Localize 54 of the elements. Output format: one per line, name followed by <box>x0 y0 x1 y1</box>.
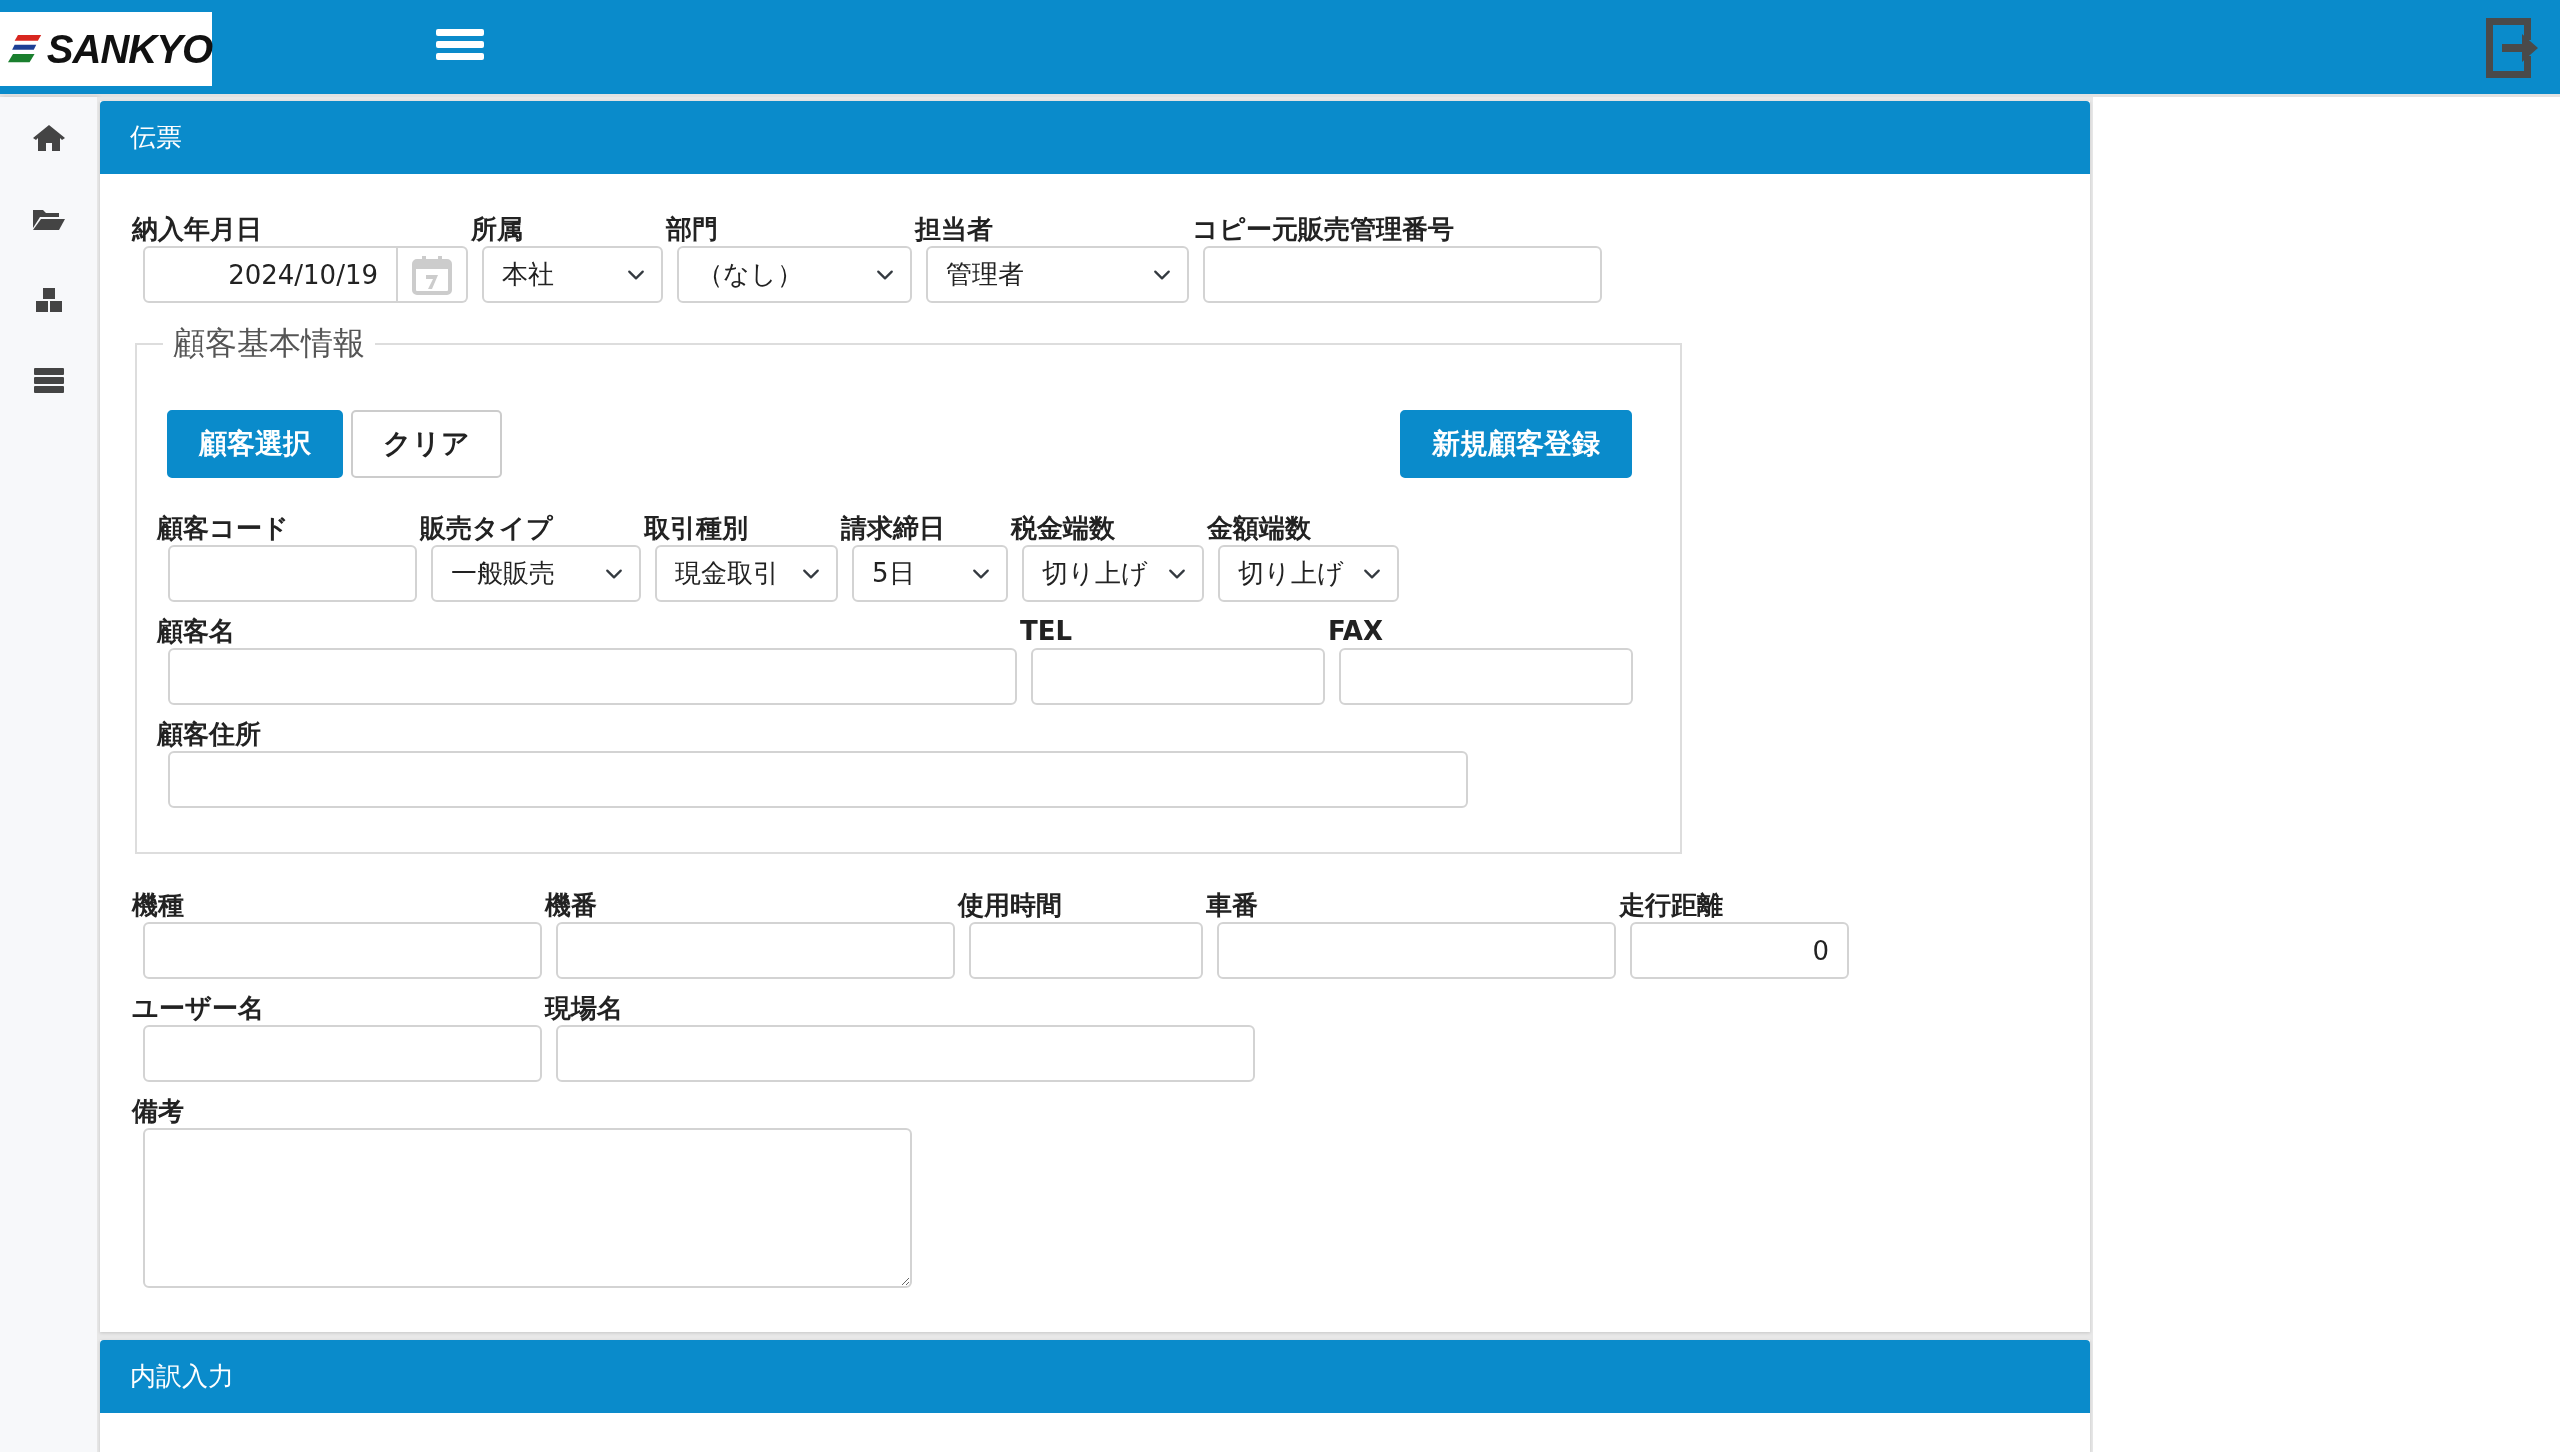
button[interactable]: 顧客選択 <box>167 410 343 478</box>
input-field[interactable] <box>969 922 1203 979</box>
field-label: コピー元販売管理番号 <box>1192 214 1455 244</box>
field-label: 請求締日 <box>841 513 946 543</box>
input-field[interactable] <box>1217 922 1616 979</box>
button[interactable]: クリア <box>351 410 502 478</box>
card-title: 内訳入力 <box>130 1360 234 1393</box>
field-label: 機種 <box>132 890 185 920</box>
card-title: 伝票 <box>130 121 182 154</box>
field-label: ユーザー名 <box>132 993 265 1023</box>
select-field[interactable]: 5日 <box>852 545 1008 602</box>
select-field[interactable]: 管理者 <box>926 246 1189 303</box>
select-field[interactable]: 切り上げ <box>1218 545 1399 602</box>
calendar-icon <box>412 254 452 295</box>
field-label: 顧客住所 <box>157 719 262 749</box>
input-field[interactable] <box>168 648 1017 705</box>
input-field[interactable] <box>556 1025 1255 1082</box>
field-label: 現場名 <box>545 993 624 1023</box>
field-label: 税金端数 <box>1011 513 1116 543</box>
text-area[interactable] <box>143 1128 912 1288</box>
field-label: 金額端数 <box>1207 513 1312 543</box>
select-field[interactable]: 現金取引 <box>655 545 838 602</box>
input-field[interactable] <box>1339 648 1633 705</box>
select-field[interactable]: 切り上げ <box>1022 545 1204 602</box>
select-field[interactable]: （なし） <box>677 246 912 303</box>
field-label: 顧客名 <box>157 616 236 646</box>
calendar-button[interactable] <box>398 246 468 303</box>
field-label: 納入年月日 <box>132 214 263 244</box>
field-label: 走行距離 <box>1619 890 1724 920</box>
input-field[interactable] <box>143 1025 542 1082</box>
input-field[interactable] <box>556 922 955 979</box>
select-field[interactable]: 本社 <box>482 246 663 303</box>
field-label: TEL <box>1020 616 1074 646</box>
field-label: 販売タイプ <box>420 513 554 543</box>
field-label: 機番 <box>545 890 598 920</box>
logo-text: SANKYO <box>46 26 212 73</box>
input-field[interactable]: 0 <box>1630 922 1849 979</box>
input-field[interactable] <box>1203 246 1602 303</box>
button[interactable]: 新規顧客登録 <box>1400 410 1632 478</box>
field-label: FAX <box>1328 616 1384 646</box>
field-label: 部門 <box>666 214 719 244</box>
field-label: 使用時間 <box>958 890 1063 920</box>
select-field[interactable]: 一般販売 <box>431 545 641 602</box>
input-field[interactable] <box>143 922 542 979</box>
field-label: 顧客コード <box>157 513 290 543</box>
field-label: 担当者 <box>915 214 994 244</box>
field-label: 車番 <box>1206 890 1259 920</box>
input-field[interactable] <box>168 545 417 602</box>
field-label: 備考 <box>132 1096 185 1126</box>
field-label: 所属 <box>471 214 524 244</box>
input-field[interactable] <box>1031 648 1325 705</box>
date-field[interactable]: 2024/10/19 <box>143 246 398 303</box>
field-label: 取引種別 <box>644 513 749 543</box>
input-field[interactable] <box>168 751 1468 808</box>
